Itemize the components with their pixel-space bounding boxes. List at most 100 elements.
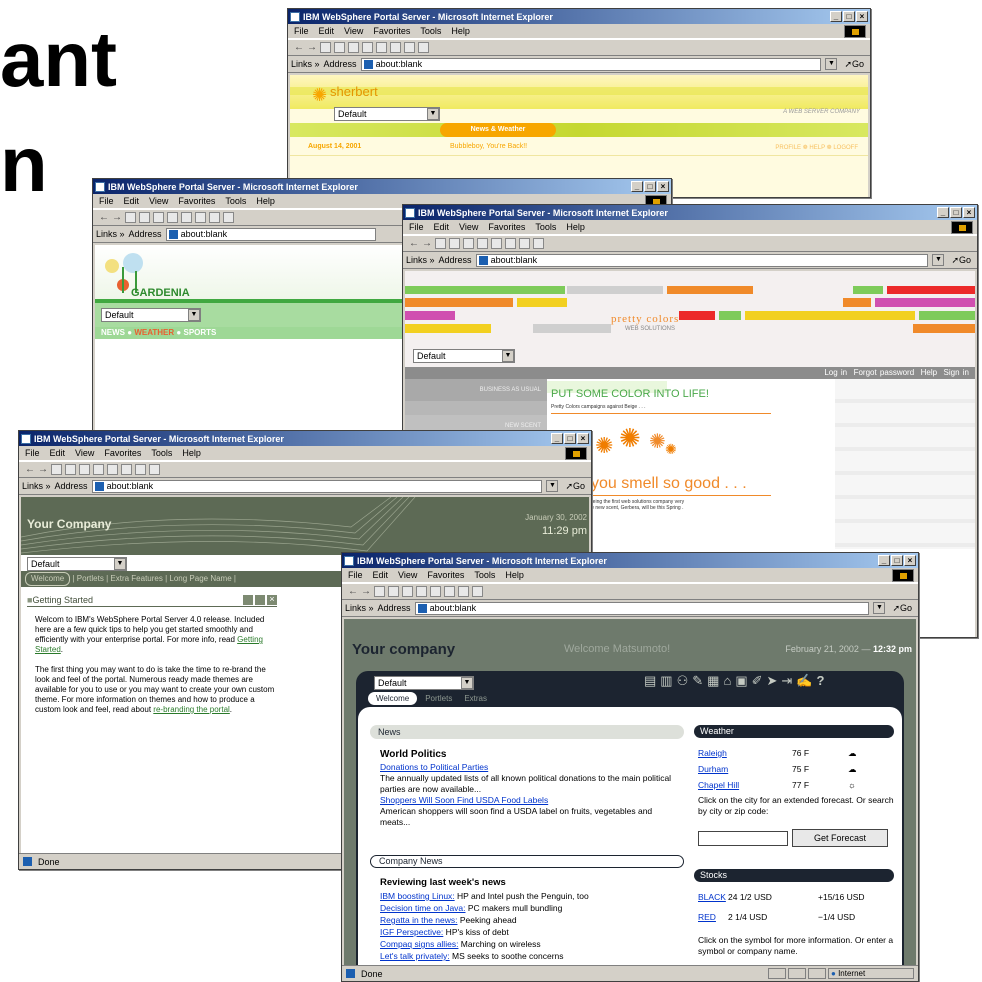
nav-sports[interactable]: SPORTS	[183, 328, 216, 337]
menu-edit[interactable]: Edit	[434, 222, 450, 232]
forward-icon[interactable]: →	[38, 464, 48, 475]
maximize-button[interactable]: □	[644, 181, 656, 192]
nav-news[interactable]: NEWS	[101, 328, 125, 337]
close-button[interactable]: ×	[657, 181, 669, 192]
bank-icon[interactable]: ⌂	[723, 673, 735, 688]
theme-select[interactable]: Default ▼	[413, 349, 515, 363]
mail-icon[interactable]	[404, 42, 415, 53]
back-icon[interactable]: ←	[348, 586, 358, 597]
tab-news-weather[interactable]: News & Weather	[440, 123, 556, 137]
address-dropdown[interactable]: ▼	[873, 602, 886, 614]
address-input[interactable]: about:blank	[91, 479, 543, 493]
exit-icon[interactable]: ⇥	[781, 673, 796, 688]
help-icon[interactable]: ?	[817, 673, 829, 688]
close-button[interactable]: ×	[904, 555, 916, 566]
search-icon[interactable]	[93, 464, 104, 475]
menu-file[interactable]: File	[99, 196, 114, 206]
city-link[interactable]: Chapel Hill	[698, 780, 792, 790]
menu-file[interactable]: File	[294, 26, 309, 36]
menu-tools[interactable]: Tools	[151, 448, 172, 458]
links-label[interactable]: Links »	[22, 481, 51, 491]
links-label[interactable]: Links »	[96, 229, 125, 239]
back-icon[interactable]: ←	[99, 212, 109, 223]
forward-icon[interactable]: →	[422, 238, 432, 249]
menu-help[interactable]: Help	[566, 222, 585, 232]
search-icon[interactable]	[167, 212, 178, 223]
print-icon[interactable]	[533, 238, 544, 249]
company-news-link[interactable]: Let's talk privately:	[380, 951, 450, 961]
stop-icon[interactable]	[374, 586, 385, 597]
menu-view[interactable]: View	[344, 26, 363, 36]
nav-login[interactable]: Log in	[824, 368, 847, 377]
company-news-link[interactable]: Compaq signs allies:	[380, 939, 458, 949]
tab-extras[interactable]: Extras	[464, 694, 487, 703]
history-icon[interactable]	[121, 464, 132, 475]
minimize-button[interactable]: _	[937, 207, 949, 218]
layout-icon[interactable]: ▥	[660, 673, 676, 688]
forward-icon[interactable]: →	[361, 586, 371, 597]
home-icon[interactable]	[402, 586, 413, 597]
address-input[interactable]: about:blank	[165, 227, 376, 241]
menu-edit[interactable]: Edit	[373, 570, 389, 580]
edit-icon[interactable]: ✎	[692, 673, 707, 688]
tab-portlets[interactable]: Portlets	[425, 694, 452, 703]
close-button[interactable]: ×	[577, 433, 589, 444]
favorites-icon[interactable]	[376, 42, 387, 53]
back-icon[interactable]: ←	[25, 464, 35, 475]
zip-input[interactable]	[698, 831, 788, 846]
maximize-button[interactable]: □	[843, 11, 855, 22]
links-label[interactable]: Links »	[406, 255, 435, 265]
menu-view[interactable]: View	[149, 196, 168, 206]
refresh-icon[interactable]	[449, 238, 460, 249]
menu-tools[interactable]: Tools	[420, 26, 441, 36]
pencil-icon[interactable]: ✐	[752, 673, 767, 688]
city-link[interactable]: Durham	[698, 764, 792, 774]
menu-tools[interactable]: Tools	[474, 570, 495, 580]
menu-file[interactable]: File	[348, 570, 363, 580]
refresh-icon[interactable]	[388, 586, 399, 597]
menu-favorites[interactable]: Favorites	[488, 222, 525, 232]
close-button[interactable]: ×	[963, 207, 975, 218]
close-button[interactable]: ×	[856, 11, 868, 22]
menu-file[interactable]: File	[25, 448, 40, 458]
note-icon[interactable]: ✍	[796, 673, 816, 688]
history-icon[interactable]	[195, 212, 206, 223]
address-dropdown[interactable]: ▼	[546, 480, 559, 492]
menu-tools[interactable]: Tools	[225, 196, 246, 206]
people-icon[interactable]: ⚇	[677, 673, 693, 688]
mail-icon[interactable]	[519, 238, 530, 249]
theme-select[interactable]: Default ▼	[374, 676, 474, 690]
stop-icon[interactable]	[51, 464, 62, 475]
tab-welcome[interactable]: Welcome	[25, 572, 71, 586]
menu-view[interactable]: View	[459, 222, 478, 232]
forward-icon[interactable]: →	[112, 212, 122, 223]
rebranding-link[interactable]: re-branding the portal	[153, 705, 230, 714]
menu-tools[interactable]: Tools	[535, 222, 556, 232]
back-icon[interactable]: ←	[409, 238, 419, 249]
address-dropdown[interactable]: ▼	[825, 58, 838, 70]
minimize-portlet-icon[interactable]	[243, 595, 253, 605]
edit-portlet-icon[interactable]	[255, 595, 265, 605]
news-link-donations[interactable]: Donations to Political Parties	[380, 762, 680, 773]
go-button[interactable]: ➚Go	[948, 255, 974, 266]
minimize-button[interactable]: _	[631, 181, 643, 192]
links-label[interactable]: Links »	[345, 603, 374, 613]
favorites-icon[interactable]	[491, 238, 502, 249]
minimize-button[interactable]: _	[878, 555, 890, 566]
company-news-link[interactable]: IGF Perspective:	[380, 927, 443, 937]
go-button[interactable]: ➚Go	[562, 481, 588, 492]
user-links[interactable]: PROFILE ❁ HELP ❁ LOGOFF	[775, 144, 858, 151]
news-link-usda[interactable]: Shoppers Will Soon Find USDA Food Labels	[380, 795, 680, 806]
document-icon[interactable]: ▦	[707, 673, 723, 688]
menu-view[interactable]: View	[75, 448, 94, 458]
mail-icon[interactable]	[209, 212, 220, 223]
nav-weather[interactable]: WEATHER	[134, 328, 174, 337]
favorites-icon[interactable]	[181, 212, 192, 223]
home-icon[interactable]	[463, 238, 474, 249]
home-icon[interactable]	[153, 212, 164, 223]
minimize-button[interactable]: _	[551, 433, 563, 444]
stock-symbol-link[interactable]: RED	[698, 912, 728, 922]
home-icon[interactable]	[348, 42, 359, 53]
company-news-link[interactable]: Regatta in the news:	[380, 915, 458, 925]
mail-icon[interactable]	[135, 464, 146, 475]
